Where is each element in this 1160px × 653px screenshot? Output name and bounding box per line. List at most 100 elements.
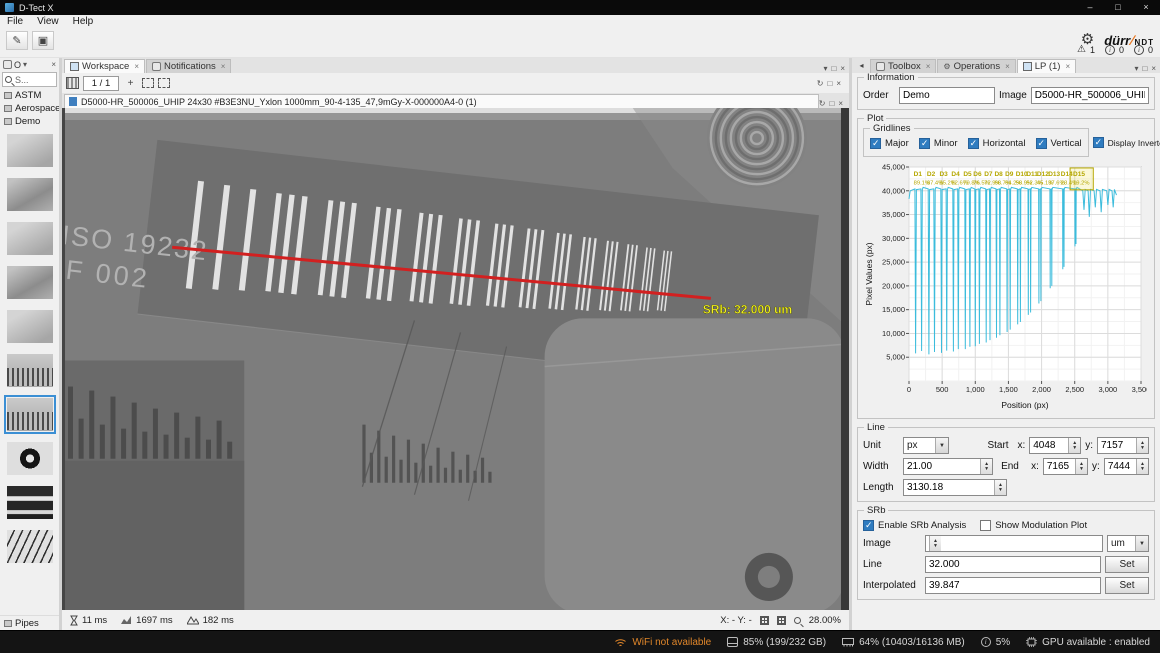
- spinner[interactable]: ▲▼: [980, 459, 992, 474]
- tab-close-icon[interactable]: ×: [926, 62, 931, 71]
- menu-help[interactable]: Help: [66, 16, 101, 27]
- panel-close-icon[interactable]: ×: [51, 60, 56, 69]
- tree-item-astm[interactable]: ASTM: [0, 89, 59, 102]
- thumbnail-item[interactable]: [4, 264, 56, 300]
- info-counter[interactable]: i 0: [1105, 45, 1124, 55]
- line-profile-plot[interactable]: 05001,0001,5002,0002,5003,0003,5005,0001…: [863, 161, 1147, 411]
- thumbnail-item[interactable]: [4, 352, 56, 388]
- chevron-down-icon[interactable]: ▾: [23, 60, 27, 69]
- tree-item-pipes[interactable]: Pipes: [0, 615, 59, 630]
- add-page-button[interactable]: +: [123, 76, 138, 91]
- fit-view-icon[interactable]: □: [827, 79, 832, 88]
- checkbox-minor[interactable]: Minor: [919, 138, 958, 149]
- srb-image-select[interactable]: ▲▼: [925, 535, 1103, 552]
- start-x-field[interactable]: ▲▼: [1029, 437, 1081, 454]
- histogram-time: 1697 ms: [121, 615, 172, 626]
- spinner[interactable]: ▲▼: [994, 480, 1006, 495]
- grid-toggle-icon[interactable]: [760, 616, 769, 625]
- srb-line-field[interactable]: [925, 556, 1101, 573]
- refresh-icon[interactable]: ↻: [819, 99, 826, 108]
- thumbnail-item[interactable]: [4, 484, 56, 520]
- chevron-down-icon[interactable]: ▼: [935, 438, 948, 453]
- tab-close-icon[interactable]: ×: [134, 62, 139, 71]
- minimize-button[interactable]: –: [1076, 0, 1104, 15]
- checkbox-display-inverted[interactable]: Display Inverted Values: [1093, 128, 1149, 157]
- length-field[interactable]: ▲▼: [903, 479, 1007, 496]
- tab-lp[interactable]: LP (1) ×: [1017, 59, 1076, 73]
- svg-text:3,500: 3,500: [1132, 385, 1147, 394]
- maximize-button[interactable]: □: [1104, 0, 1132, 15]
- spinner[interactable]: ▲▼: [1068, 438, 1080, 453]
- close-icon[interactable]: ×: [838, 99, 843, 108]
- thumbnail-item[interactable]: [4, 396, 56, 432]
- tab-close-icon[interactable]: ×: [1065, 62, 1070, 71]
- order-field[interactable]: [899, 87, 995, 104]
- tile-view-icon[interactable]: [777, 616, 786, 625]
- checkbox-horizontal[interactable]: Horizontal: [968, 138, 1026, 149]
- thumbnail-item[interactable]: [4, 132, 56, 168]
- wifi-status: WiFi not available: [614, 637, 711, 648]
- tab-notifications[interactable]: Notifications ×: [146, 59, 231, 73]
- refresh-icon[interactable]: ↻: [817, 79, 824, 88]
- spinner[interactable]: ▲▼: [1136, 459, 1148, 474]
- chevron-down-icon[interactable]: ▼: [1135, 536, 1148, 551]
- scroll-tabs-left-icon[interactable]: ◂: [854, 58, 869, 73]
- zoom-level[interactable]: 28.00%: [809, 615, 841, 626]
- panel-close-icon[interactable]: ×: [1151, 64, 1156, 73]
- browser-header-label: O: [14, 60, 21, 70]
- checkbox-major[interactable]: Major: [870, 138, 909, 149]
- tree-item-aerospace[interactable]: Aerospace: [0, 102, 59, 115]
- thumbnail-item[interactable]: [4, 440, 56, 476]
- thumbnail-item[interactable]: [4, 176, 56, 212]
- marquee-select-icon[interactable]: [142, 78, 154, 88]
- import-image-button[interactable]: ▣: [32, 31, 54, 50]
- search-input[interactable]: S...: [2, 72, 57, 87]
- close-icon[interactable]: ×: [836, 79, 841, 88]
- image-field[interactable]: [1031, 87, 1149, 104]
- workspace-tab-bar: Workspace × Notifications × ▾ □ ×: [62, 58, 849, 73]
- checkbox-enable-srb[interactable]: Enable SRb Analysis: [863, 520, 966, 531]
- width-field[interactable]: ▲▼: [903, 458, 993, 475]
- panel-float-icon[interactable]: □: [1142, 64, 1147, 73]
- thumbnail-item[interactable]: [4, 308, 56, 344]
- tab-operations[interactable]: ⚙ Operations ×: [937, 59, 1015, 73]
- tab-workspace[interactable]: Workspace ×: [64, 59, 145, 73]
- spinner[interactable]: ▲▼: [1136, 438, 1148, 453]
- thumbnail-item[interactable]: [4, 528, 56, 564]
- end-x-field[interactable]: ▲▼: [1043, 458, 1088, 475]
- spinner[interactable]: ▲▼: [1075, 459, 1087, 474]
- image-tab[interactable]: D5000-HR_500006_UHIP 24x30 #B3E3NU_Yxlon…: [64, 94, 819, 108]
- srb-unit-select[interactable]: um ▼: [1107, 535, 1149, 552]
- edit-report-button[interactable]: ✎: [6, 31, 28, 50]
- srb-interpolated-field[interactable]: [925, 577, 1101, 594]
- menu-file[interactable]: File: [0, 16, 30, 27]
- image-viewport[interactable]: ISO 19232F 002SRb: 32.000 um: [62, 108, 849, 610]
- srb-line-set-button[interactable]: Set: [1105, 556, 1149, 573]
- warning-counter[interactable]: ⚠ 1: [1077, 44, 1095, 55]
- end-y-field[interactable]: ▲▼: [1104, 458, 1149, 475]
- panel-float-icon[interactable]: □: [831, 64, 836, 73]
- tab-close-icon[interactable]: ×: [1005, 62, 1010, 71]
- fit-view-icon[interactable]: □: [829, 99, 834, 108]
- srb-interpolated-set-button[interactable]: Set: [1105, 577, 1149, 594]
- page-indicator[interactable]: 1 / 1: [83, 76, 119, 91]
- panel-menu-icon[interactable]: ▾: [823, 64, 827, 73]
- start-y-field[interactable]: ▲▼: [1097, 437, 1149, 454]
- filmstrip-icon[interactable]: [66, 77, 79, 89]
- spinner[interactable]: ▲▼: [929, 536, 941, 551]
- length-label: Length: [863, 482, 899, 493]
- thumbnail-item[interactable]: [4, 220, 56, 256]
- panel-close-icon[interactable]: ×: [840, 64, 845, 73]
- checkbox-vertical[interactable]: Vertical: [1036, 138, 1082, 149]
- unit-select[interactable]: px ▼: [903, 437, 949, 454]
- close-button[interactable]: ×: [1132, 0, 1160, 15]
- panel-menu-icon[interactable]: ▾: [1134, 64, 1138, 73]
- tab-toolbox[interactable]: Toolbox ×: [870, 59, 936, 73]
- menu-view[interactable]: View: [30, 16, 66, 27]
- tree-item-demo[interactable]: Demo: [0, 115, 59, 128]
- crop-icon[interactable]: [158, 78, 170, 88]
- checkbox-show-modulation[interactable]: Show Modulation Plot: [980, 520, 1087, 531]
- tab-close-icon[interactable]: ×: [221, 62, 226, 71]
- svg-text:1,000: 1,000: [966, 385, 985, 394]
- error-counter[interactable]: i 0: [1134, 45, 1153, 55]
